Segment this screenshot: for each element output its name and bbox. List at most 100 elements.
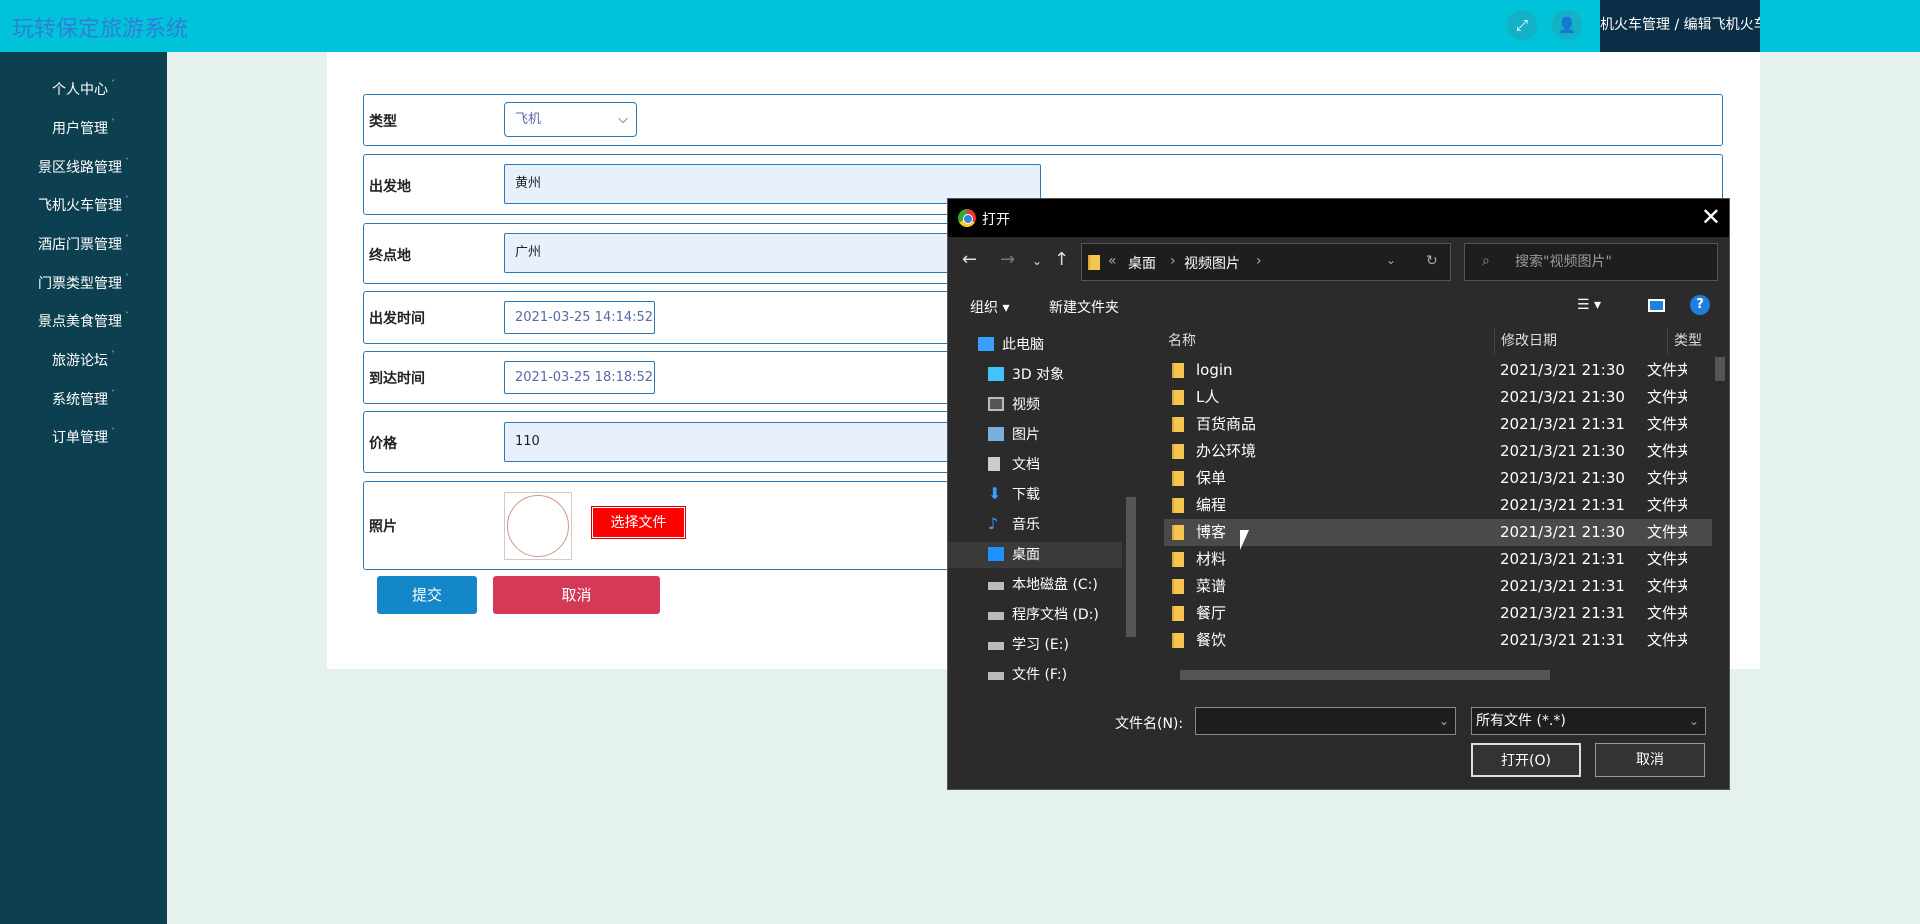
- sidebar-item-orders[interactable]: 订单管理 ˅: [0, 427, 167, 447]
- chevron-down-icon[interactable]: ⌄: [1032, 254, 1042, 268]
- user-icon[interactable]: 👤: [1552, 10, 1582, 40]
- submit-button[interactable]: 提交: [377, 576, 477, 614]
- file-row[interactable]: 办公环境 2021/3/21 21:30 文件夹: [1164, 438, 1712, 465]
- forward-icon[interactable]: →: [1000, 249, 1015, 270]
- nav-item-drive-d[interactable]: 程序文档 (D:): [948, 602, 1124, 628]
- file-type: 文件夹: [1647, 361, 1687, 379]
- sidebar-item-profile[interactable]: 个人中心 ˅: [0, 79, 167, 99]
- download-icon: ⬇: [988, 484, 1002, 503]
- nav-item-documents[interactable]: 文档: [948, 452, 1124, 478]
- sidebar-item-hotel-tickets[interactable]: 酒店门票管理 ˅: [0, 234, 167, 254]
- file-row[interactable]: 编程 2021/3/21 21:31 文件夹: [1164, 492, 1712, 519]
- price-label: 价格: [369, 436, 397, 452]
- nav-item-3d-objects[interactable]: 3D 对象: [948, 362, 1124, 388]
- nav-item-pictures[interactable]: 图片: [948, 422, 1124, 448]
- organize-menu[interactable]: 组织 ▾: [970, 297, 1009, 317]
- nav-item-downloads[interactable]: ⬇ 下载: [948, 482, 1124, 508]
- file-date: 2021/3/21 21:31: [1500, 415, 1625, 433]
- app-title: 玩转保定旅游系统: [12, 17, 189, 42]
- file-list-vscrollbar[interactable]: [1712, 327, 1729, 667]
- file-list-hscrollbar[interactable]: [1164, 667, 1712, 683]
- nav-item-desktop[interactable]: 桌面: [948, 542, 1124, 568]
- new-folder-button[interactable]: 新建文件夹: [1049, 297, 1119, 317]
- file-row[interactable]: L人 2021/3/21 21:30 文件夹: [1164, 384, 1712, 411]
- sidebar-item-routes[interactable]: 景区线路管理 ˅: [0, 157, 167, 177]
- choose-file-button[interactable]: 选择文件: [592, 507, 685, 538]
- filename-label: 文件名(N):: [1115, 716, 1184, 732]
- view-options-icon[interactable]: ☰ ▾: [1577, 297, 1601, 313]
- nav-scrollbar[interactable]: [1122, 327, 1140, 693]
- folder-icon: [1172, 390, 1184, 405]
- file-row[interactable]: 菜谱 2021/3/21 21:31 文件夹: [1164, 573, 1712, 600]
- chevron-down-icon[interactable]: ⌄: [1386, 253, 1396, 267]
- filename-input[interactable]: ⌄: [1195, 707, 1456, 735]
- nav-item-this-pc[interactable]: 此电脑: [948, 332, 1124, 358]
- file-type: 文件夹: [1647, 496, 1687, 514]
- nav-item-music[interactable]: ♪ 音乐: [948, 512, 1124, 538]
- file-row[interactable]: 材料 2021/3/21 21:31 文件夹: [1164, 546, 1712, 573]
- file-date: 2021/3/21 21:31: [1500, 604, 1625, 622]
- type-select[interactable]: 飞机 ⌵: [504, 102, 637, 137]
- file-name: login: [1196, 361, 1233, 379]
- sidebar-item-flights-trains[interactable]: 飞机火车管理 ˅: [0, 195, 167, 215]
- file-type: 文件夹: [1647, 631, 1687, 649]
- search-icon: ⌕: [1482, 253, 1490, 269]
- sidebar-item-system[interactable]: 系统管理 ˅: [0, 389, 167, 409]
- file-row[interactable]: 餐厅 2021/3/21 21:31 文件夹: [1164, 600, 1712, 627]
- column-name[interactable]: 名称: [1168, 327, 1196, 355]
- 3d-objects-icon: [988, 367, 1004, 381]
- folder-icon: [1172, 552, 1184, 567]
- open-button[interactable]: 打开(O): [1471, 743, 1581, 777]
- type-label: 类型: [369, 114, 397, 130]
- nav-item-drive-e[interactable]: 学习 (E:): [948, 632, 1124, 658]
- arrive-time-input[interactable]: 2021-03-25 18:18:52: [504, 361, 655, 394]
- file-row[interactable]: 百货商品 2021/3/21 21:31 文件夹: [1164, 411, 1712, 438]
- folder-icon: [1172, 498, 1184, 513]
- file-type: 文件夹: [1647, 550, 1687, 568]
- nav-item-drive-c[interactable]: 本地磁盘 (C:): [948, 572, 1124, 598]
- search-input[interactable]: 搜索"视频图片": [1464, 243, 1718, 281]
- back-icon[interactable]: ←: [962, 249, 977, 270]
- sidebar-item-forum[interactable]: 旅游论坛 ˅: [0, 350, 167, 370]
- cancel-button[interactable]: 取消: [493, 576, 660, 614]
- refresh-icon[interactable]: ↻: [1426, 253, 1438, 269]
- preview-pane-icon[interactable]: [1648, 299, 1665, 312]
- file-row[interactable]: login 2021/3/21 21:30 文件夹: [1164, 357, 1712, 384]
- nav-item-drive-f[interactable]: 文件 (F:): [948, 662, 1124, 688]
- file-row[interactable]: 保单 2021/3/21 21:30 文件夹: [1164, 465, 1712, 492]
- close-icon[interactable]: ✕: [1701, 203, 1721, 231]
- folder-icon: [1172, 471, 1184, 486]
- sidebar-item-ticket-types[interactable]: 门票类型管理 ˅: [0, 273, 167, 293]
- file-date: 2021/3/21 21:31: [1500, 550, 1625, 568]
- file-date: 2021/3/21 21:30: [1500, 523, 1625, 541]
- help-icon[interactable]: ?: [1690, 295, 1710, 315]
- column-date[interactable]: 修改日期: [1494, 327, 1557, 355]
- from-label: 出发地: [369, 179, 411, 195]
- chrome-icon: [958, 209, 976, 227]
- path-desktop[interactable]: 桌面: [1128, 253, 1156, 273]
- file-name: 餐饮: [1196, 631, 1227, 649]
- documents-icon: [988, 457, 1000, 471]
- file-type: 文件夹: [1647, 442, 1687, 460]
- file-date: 2021/3/21 21:30: [1500, 361, 1625, 379]
- sidebar-item-food[interactable]: 景点美食管理 ˅: [0, 311, 167, 331]
- column-type[interactable]: 类型: [1667, 327, 1703, 355]
- file-type: 文件夹: [1647, 388, 1687, 406]
- file-name: L人: [1196, 388, 1220, 406]
- depart-time-input[interactable]: 2021-03-25 14:14:52: [504, 301, 655, 334]
- fullscreen-icon[interactable]: ⤢: [1507, 10, 1537, 40]
- up-icon[interactable]: ↑: [1054, 249, 1069, 270]
- address-bar[interactable]: « 桌面 › 视频图片 › ⌄ ↻: [1081, 243, 1451, 281]
- file-row[interactable]: 餐饮 2021/3/21 21:31 文件夹: [1164, 627, 1712, 654]
- folder-icon: [1172, 579, 1184, 594]
- path-video-pictures[interactable]: 视频图片: [1184, 253, 1240, 273]
- file-date: 2021/3/21 21:30: [1500, 442, 1625, 460]
- folder-icon: [1172, 525, 1184, 540]
- dialog-cancel-button[interactable]: 取消: [1595, 743, 1705, 777]
- file-type-select[interactable]: 所有文件 (*.*) ⌄: [1471, 707, 1706, 735]
- file-date: 2021/3/21 21:30: [1500, 388, 1625, 406]
- depart-label: 出发时间: [369, 311, 425, 327]
- file-type: 文件夹: [1647, 523, 1687, 541]
- nav-item-videos[interactable]: 视频: [948, 392, 1124, 418]
- sidebar-item-users[interactable]: 用户管理 ˅: [0, 118, 167, 138]
